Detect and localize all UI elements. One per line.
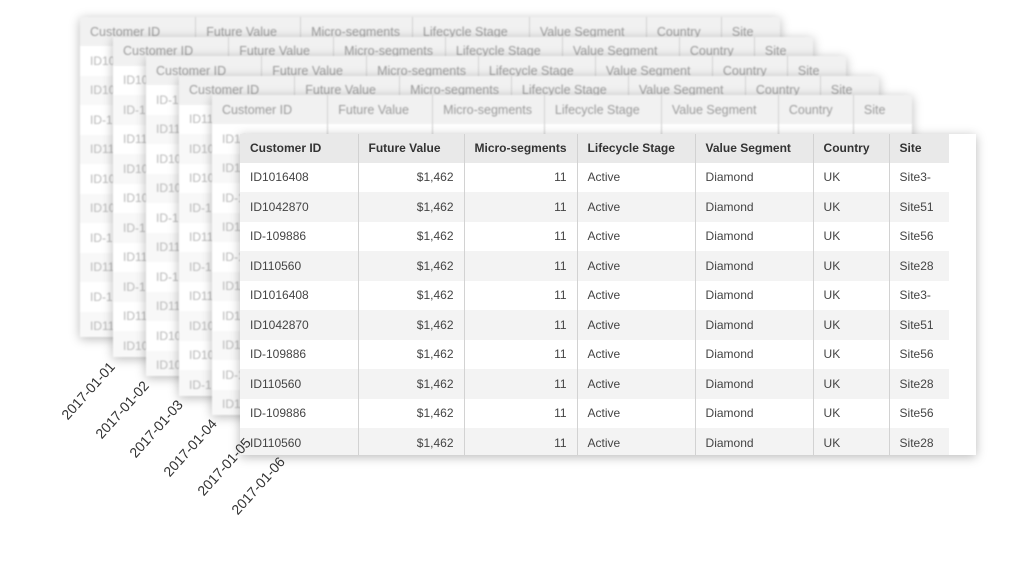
table-cell: ID110560 — [240, 251, 359, 281]
table-cell: ID1016408 — [240, 280, 359, 310]
table-cell: UK — [813, 369, 890, 399]
table-cell: ID-109886 — [240, 398, 359, 428]
table-cell: Active — [577, 221, 696, 251]
customer-table: Customer ID Future Value Micro-segments Lif… — [240, 133, 950, 455]
column-header[interactable]: Site — [889, 133, 950, 163]
table-cell: ID1016408 — [240, 162, 359, 192]
table-cell: Diamond — [695, 162, 814, 192]
table-cell: 11 — [464, 339, 578, 369]
table-cell: 11 — [464, 162, 578, 192]
table-cell: $1,462 — [358, 310, 465, 340]
column-header[interactable]: Micro-segments — [464, 133, 578, 163]
table-cell: ID-109886 — [240, 339, 359, 369]
table-cell: Site28 — [889, 428, 950, 455]
table-cell: 11 — [464, 280, 578, 310]
table-header-row: Customer ID Future Value Micro-segments Lif… — [212, 95, 912, 124]
table-cell: Diamond — [695, 398, 814, 428]
table-cell: Active — [577, 162, 696, 192]
table-cell: Diamond — [695, 280, 814, 310]
table-row[interactable]: ID110560 $1,462 11 Active Diamond UK Site28 — [240, 369, 950, 399]
column-header[interactable]: Lifecycle Stage — [544, 95, 662, 124]
column-header[interactable]: Site — [853, 95, 912, 124]
table-cell: UK — [813, 428, 890, 455]
table-row[interactable]: ID1016408 $1,462 11 Active Diamond UK Site3- — [240, 280, 949, 310]
table-cell: $1,462 — [358, 221, 465, 251]
table-cell: Site3- — [899, 170, 931, 185]
table-cell: Diamond — [695, 310, 814, 340]
column-header[interactable]: Value Segment — [661, 95, 779, 124]
table-cell: Diamond — [695, 192, 814, 222]
table-cell: 11 — [464, 369, 578, 399]
table-cell: ID110560 — [240, 369, 359, 399]
table-row[interactable]: ID1016408 $1,462 11 Active Diamond UK Site3- — [240, 162, 949, 192]
column-header[interactable]: Future Value — [358, 133, 465, 163]
table-cell: UK — [813, 310, 890, 340]
table-cell: Site28 — [889, 251, 950, 281]
table-header-row: Customer ID Future Value Micro-segments Lif… — [240, 133, 950, 163]
table-row[interactable]: ID-109886 $1,462 11 Active Diamond UK Site56 — [240, 398, 949, 428]
table-cell: ID1042870 — [240, 192, 359, 222]
table-cell: Site56 — [899, 347, 934, 362]
table-cell: Active — [577, 398, 696, 428]
column-header[interactable]: Micro-segments — [432, 95, 545, 124]
column-header[interactable]: Future Value — [327, 95, 434, 124]
column-header[interactable]: Customer ID — [212, 95, 329, 124]
table-cell: Active — [577, 280, 696, 310]
table-cell: Active — [577, 310, 696, 340]
table-cell: Diamond — [695, 251, 814, 281]
table-cell: $1,462 — [358, 162, 465, 192]
table-cell: Site3- — [899, 288, 931, 303]
column-header[interactable]: Country — [778, 95, 854, 124]
table-cell: UK — [813, 280, 890, 310]
table-row[interactable]: ID-109886 $1,462 11 Active Diamond UK Site56 — [240, 339, 949, 369]
table-cell: $1,462 — [358, 369, 465, 399]
table-cell: UK — [813, 192, 890, 222]
table-cell: $1,462 — [358, 339, 465, 369]
column-header[interactable]: Country — [813, 133, 890, 163]
table-cell: 11 — [464, 310, 578, 340]
table-cell: 11 — [464, 192, 578, 222]
table-cell: UK — [813, 398, 890, 428]
snapshot-stack-diagram: Customer ID Future Value Micro-segments Lif… — [0, 0, 1024, 580]
table-cell: 11 — [464, 428, 578, 455]
table-cell: $1,462 — [358, 280, 465, 310]
table-row[interactable]: ID1042870 $1,462 11 Active Diamond UK Site51 — [240, 192, 950, 222]
table-row[interactable]: ID110560 $1,462 11 Active Diamond UK Site28 — [240, 251, 950, 281]
table-cell: ID1042870 — [240, 310, 359, 340]
table-cell: Diamond — [695, 428, 814, 455]
table-cell: $1,462 — [358, 398, 465, 428]
column-header[interactable]: Lifecycle Stage — [577, 133, 696, 163]
table-cell: UK — [813, 251, 890, 281]
column-header[interactable]: Customer ID — [240, 133, 359, 163]
table-row[interactable]: ID-109886 $1,462 11 Active Diamond UK Site56 — [240, 221, 949, 251]
column-header[interactable]: Value Segment — [695, 133, 814, 163]
table-cell: Active — [577, 339, 696, 369]
table-cell: Diamond — [695, 221, 814, 251]
table-cell: $1,462 — [358, 192, 465, 222]
table-cell: 11 — [464, 221, 578, 251]
table-cell: ID110560 — [240, 428, 359, 455]
table-cell: UK — [813, 339, 890, 369]
table-cell: Site51 — [889, 310, 950, 340]
table-cell: UK — [813, 221, 890, 251]
table-cell: Site56 — [899, 229, 934, 244]
table-cell: $1,462 — [358, 251, 465, 281]
table-cell: UK — [813, 162, 890, 192]
table-row[interactable]: ID110560 $1,462 11 Active Diamond UK Site28 — [240, 428, 950, 455]
table-cell: Active — [577, 192, 696, 222]
table-cell: Site28 — [889, 369, 950, 399]
table-row[interactable]: ID1042870 $1,462 11 Active Diamond UK Site51 — [240, 310, 950, 340]
table-cell: Active — [577, 369, 696, 399]
table-cell: Active — [577, 428, 696, 455]
front-table-panel: Customer ID Future Value Micro-segments Lif… — [240, 133, 976, 455]
table-cell: 11 — [464, 398, 578, 428]
table-cell: Diamond — [695, 369, 814, 399]
table-cell: 11 — [464, 251, 578, 281]
table-cell: Diamond — [695, 339, 814, 369]
table-cell: Active — [577, 251, 696, 281]
table-cell: Site56 — [899, 406, 934, 421]
table-cell: Site51 — [889, 192, 950, 222]
table-cell: ID-109886 — [240, 221, 359, 251]
table-cell: $1,462 — [358, 428, 465, 455]
